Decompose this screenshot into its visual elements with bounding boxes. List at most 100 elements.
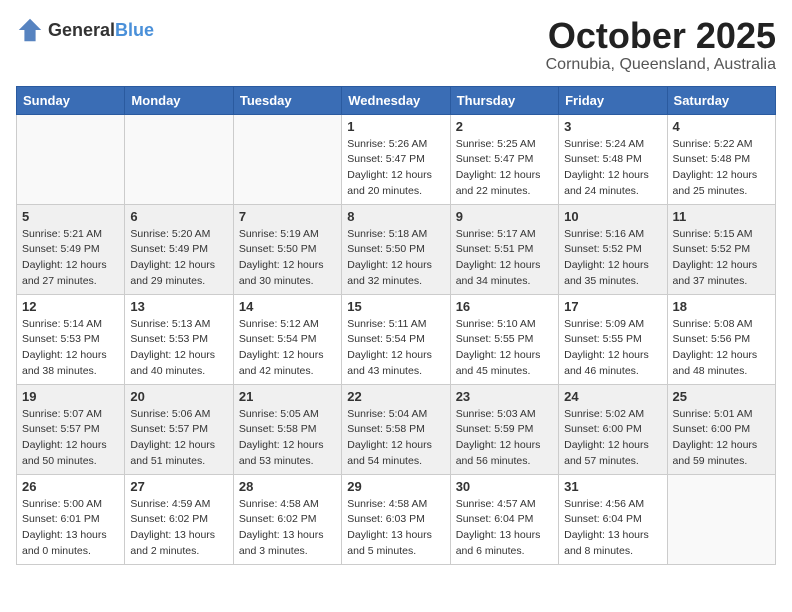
day-number: 9	[456, 209, 553, 224]
day-number: 29	[347, 479, 444, 494]
day-info: Sunrise: 5:03 AM Sunset: 5:59 PM Dayligh…	[456, 407, 553, 470]
day-number: 13	[130, 299, 227, 314]
day-number: 3	[564, 119, 661, 134]
day-number: 18	[673, 299, 770, 314]
day-number: 6	[130, 209, 227, 224]
day-info: Sunrise: 5:06 AM Sunset: 5:57 PM Dayligh…	[130, 407, 227, 470]
calendar-cell: 24 Sunrise: 5:02 AM Sunset: 6:00 PM Dayli…	[559, 384, 667, 474]
calendar-week-row: 1 Sunrise: 5:26 AM Sunset: 5:47 PM Daylig…	[17, 114, 776, 204]
day-number: 12	[22, 299, 119, 314]
day-number: 24	[564, 389, 661, 404]
calendar-cell: 23Sunrise: 5:03 AM Sunset: 5:59 PM Dayli…	[450, 384, 558, 474]
day-info: Sunrise: 5:05 AM Sunset: 5:58 PM Dayligh…	[239, 407, 336, 470]
calendar-cell: 29 Sunrise: 4:58 AM Sunset: 6:03 PM Dayli…	[342, 474, 450, 564]
calendar-cell: 10 Sunrise: 5:16 AM Sunset: 5:52 PM Dayli…	[559, 204, 667, 294]
logo-general-text: General	[48, 20, 115, 40]
calendar-cell: 13 Sunrise: 5:13 AM Sunset: 5:53 PM Dayli…	[125, 294, 233, 384]
day-number: 16	[456, 299, 553, 314]
day-number: 11	[673, 209, 770, 224]
day-number: 25	[673, 389, 770, 404]
weekday-header-row: SundayMondayTuesdayWednesdayThursdayFrid…	[17, 86, 776, 114]
calendar-cell: 14 Sunrise: 5:12 AM Sunset: 5:54 PM Dayli…	[233, 294, 341, 384]
day-info: Sunrise: 5:08 AM Sunset: 5:56 PM Dayligh…	[673, 317, 770, 380]
day-number: 28	[239, 479, 336, 494]
page-header: GeneralBlue October 2025 Cornubia, Queen…	[16, 16, 776, 74]
day-number: 10	[564, 209, 661, 224]
calendar-cell: 3 Sunrise: 5:24 AM Sunset: 5:48 PM Daylig…	[559, 114, 667, 204]
calendar-cell: 22Sunrise: 5:04 AM Sunset: 5:58 PM Dayli…	[342, 384, 450, 474]
calendar-cell: 31 Sunrise: 4:56 AM Sunset: 6:04 PM Dayli…	[559, 474, 667, 564]
calendar-cell: 5Sunrise: 5:21 AM Sunset: 5:49 PM Daylig…	[17, 204, 125, 294]
day-info: Sunrise: 4:59 AM Sunset: 6:02 PM Dayligh…	[130, 497, 227, 560]
calendar-cell	[125, 114, 233, 204]
calendar-cell	[667, 474, 775, 564]
calendar-cell: 20 Sunrise: 5:06 AM Sunset: 5:57 PM Dayli…	[125, 384, 233, 474]
weekday-header-sunday: Sunday	[17, 86, 125, 114]
day-number: 19	[22, 389, 119, 404]
calendar-cell: 30Sunrise: 4:57 AM Sunset: 6:04 PM Dayli…	[450, 474, 558, 564]
calendar-cell: 16Sunrise: 5:10 AM Sunset: 5:55 PM Dayli…	[450, 294, 558, 384]
day-info: Sunrise: 4:58 AM Sunset: 6:02 PM Dayligh…	[239, 497, 336, 560]
day-number: 31	[564, 479, 661, 494]
calendar-table: SundayMondayTuesdayWednesdayThursdayFrid…	[16, 86, 776, 565]
day-info: Sunrise: 5:04 AM Sunset: 5:58 PM Dayligh…	[347, 407, 444, 470]
weekday-header-thursday: Thursday	[450, 86, 558, 114]
day-number: 7	[239, 209, 336, 224]
calendar-cell: 27 Sunrise: 4:59 AM Sunset: 6:02 PM Dayli…	[125, 474, 233, 564]
day-info: Sunrise: 5:18 AM Sunset: 5:50 PM Dayligh…	[347, 227, 444, 290]
logo: GeneralBlue	[16, 16, 154, 44]
calendar-cell: 1 Sunrise: 5:26 AM Sunset: 5:47 PM Daylig…	[342, 114, 450, 204]
day-info: Sunrise: 5:15 AM Sunset: 5:52 PM Dayligh…	[673, 227, 770, 290]
day-info: Sunrise: 5:02 AM Sunset: 6:00 PM Dayligh…	[564, 407, 661, 470]
calendar-cell: 15Sunrise: 5:11 AM Sunset: 5:54 PM Dayli…	[342, 294, 450, 384]
day-info: Sunrise: 5:25 AM Sunset: 5:47 PM Dayligh…	[456, 137, 553, 200]
day-number: 26	[22, 479, 119, 494]
day-number: 27	[130, 479, 227, 494]
weekday-header-monday: Monday	[125, 86, 233, 114]
day-number: 21	[239, 389, 336, 404]
calendar-cell: 6Sunrise: 5:20 AM Sunset: 5:49 PM Daylig…	[125, 204, 233, 294]
day-number: 5	[22, 209, 119, 224]
calendar-cell: 18 Sunrise: 5:08 AM Sunset: 5:56 PM Dayli…	[667, 294, 775, 384]
calendar-cell: 8Sunrise: 5:18 AM Sunset: 5:50 PM Daylig…	[342, 204, 450, 294]
calendar-cell: 26 Sunrise: 5:00 AM Sunset: 6:01 PM Dayli…	[17, 474, 125, 564]
weekday-header-wednesday: Wednesday	[342, 86, 450, 114]
calendar-week-row: 19 Sunrise: 5:07 AM Sunset: 5:57 PM Dayli…	[17, 384, 776, 474]
calendar-cell: 17Sunrise: 5:09 AM Sunset: 5:55 PM Dayli…	[559, 294, 667, 384]
day-number: 14	[239, 299, 336, 314]
calendar-cell: 21 Sunrise: 5:05 AM Sunset: 5:58 PM Dayli…	[233, 384, 341, 474]
day-number: 4	[673, 119, 770, 134]
calendar-cell	[17, 114, 125, 204]
day-number: 20	[130, 389, 227, 404]
day-info: Sunrise: 5:16 AM Sunset: 5:52 PM Dayligh…	[564, 227, 661, 290]
day-info: Sunrise: 5:26 AM Sunset: 5:47 PM Dayligh…	[347, 137, 444, 200]
day-number: 15	[347, 299, 444, 314]
day-info: Sunrise: 5:09 AM Sunset: 5:55 PM Dayligh…	[564, 317, 661, 380]
calendar-cell: 2 Sunrise: 5:25 AM Sunset: 5:47 PM Daylig…	[450, 114, 558, 204]
calendar-cell: 12 Sunrise: 5:14 AM Sunset: 5:53 PM Dayli…	[17, 294, 125, 384]
day-info: Sunrise: 4:58 AM Sunset: 6:03 PM Dayligh…	[347, 497, 444, 560]
day-info: Sunrise: 5:00 AM Sunset: 6:01 PM Dayligh…	[22, 497, 119, 560]
calendar-week-row: 5Sunrise: 5:21 AM Sunset: 5:49 PM Daylig…	[17, 204, 776, 294]
day-number: 2	[456, 119, 553, 134]
day-info: Sunrise: 5:12 AM Sunset: 5:54 PM Dayligh…	[239, 317, 336, 380]
day-info: Sunrise: 5:24 AM Sunset: 5:48 PM Dayligh…	[564, 137, 661, 200]
weekday-header-tuesday: Tuesday	[233, 86, 341, 114]
weekday-header-saturday: Saturday	[667, 86, 775, 114]
day-info: Sunrise: 5:13 AM Sunset: 5:53 PM Dayligh…	[130, 317, 227, 380]
logo-blue-text: Blue	[115, 20, 154, 40]
calendar-cell: 19 Sunrise: 5:07 AM Sunset: 5:57 PM Dayli…	[17, 384, 125, 474]
title-area: October 2025 Cornubia, Queensland, Austr…	[546, 16, 776, 74]
calendar-cell: 25 Sunrise: 5:01 AM Sunset: 6:00 PM Dayli…	[667, 384, 775, 474]
day-info: Sunrise: 5:01 AM Sunset: 6:00 PM Dayligh…	[673, 407, 770, 470]
calendar-week-row: 12 Sunrise: 5:14 AM Sunset: 5:53 PM Dayli…	[17, 294, 776, 384]
day-number: 1	[347, 119, 444, 134]
day-info: Sunrise: 5:17 AM Sunset: 5:51 PM Dayligh…	[456, 227, 553, 290]
day-info: Sunrise: 5:22 AM Sunset: 5:48 PM Dayligh…	[673, 137, 770, 200]
location-title: Cornubia, Queensland, Australia	[546, 56, 776, 74]
day-info: Sunrise: 5:07 AM Sunset: 5:57 PM Dayligh…	[22, 407, 119, 470]
day-info: Sunrise: 5:14 AM Sunset: 5:53 PM Dayligh…	[22, 317, 119, 380]
calendar-cell: 7Sunrise: 5:19 AM Sunset: 5:50 PM Daylig…	[233, 204, 341, 294]
day-info: Sunrise: 4:57 AM Sunset: 6:04 PM Dayligh…	[456, 497, 553, 560]
day-info: Sunrise: 4:56 AM Sunset: 6:04 PM Dayligh…	[564, 497, 661, 560]
